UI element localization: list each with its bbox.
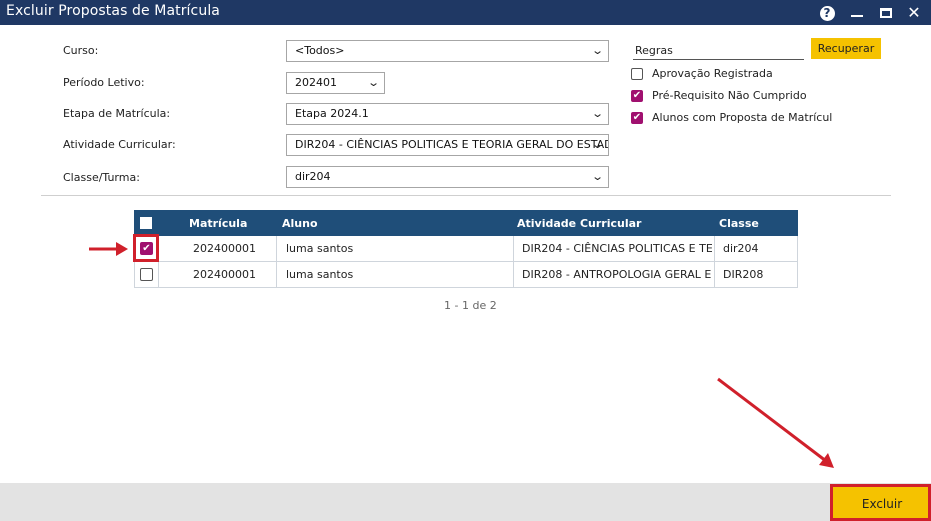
excluir-highlight-annotation — [830, 484, 931, 521]
arrow-to-checkbox-icon — [89, 242, 128, 256]
footer-bar — [0, 483, 931, 521]
arrow-to-excluir-icon — [717, 377, 834, 468]
annotation-arrows — [89, 242, 834, 468]
